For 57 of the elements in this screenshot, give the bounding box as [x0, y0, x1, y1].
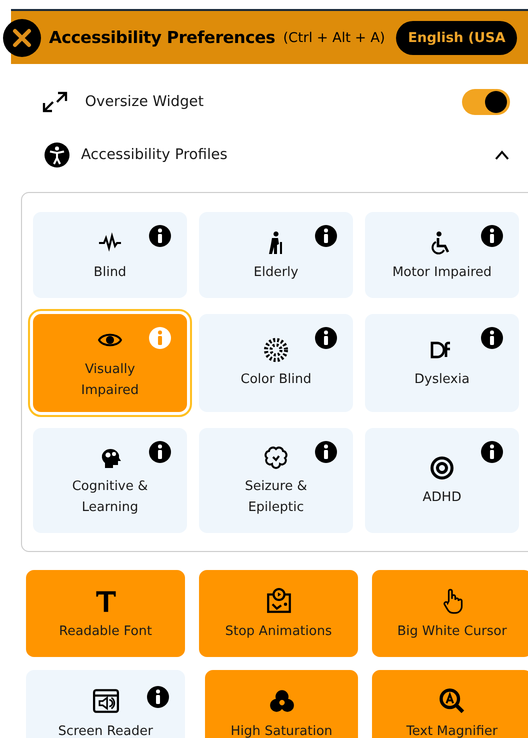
feature-card[interactable]: Big White Cursor: [372, 570, 528, 657]
info-icon[interactable]: [315, 225, 337, 247]
feature-label: Big White Cursor: [397, 624, 507, 639]
magnifier-icon: [439, 688, 465, 714]
info-icon[interactable]: [481, 225, 503, 247]
keyboard-shortcut: (Ctrl + Alt + A): [283, 30, 386, 46]
feature-card[interactable]: Readable Font: [26, 570, 185, 657]
feature-label: Stop Animations: [225, 624, 332, 639]
profile-label: Visually Impaired: [80, 361, 140, 400]
close-icon: [12, 28, 32, 48]
oversize-toggle[interactable]: [462, 89, 510, 115]
close-button[interactable]: [3, 18, 41, 56]
info-icon[interactable]: [149, 440, 171, 463]
expand-arrows-icon: [41, 90, 69, 114]
profile-card[interactable]: Dyslexia: [365, 314, 519, 412]
info-icon[interactable]: [481, 327, 503, 349]
chevron-icon: [494, 150, 510, 160]
profile-card[interactable]: Visually Impaired: [33, 314, 187, 412]
overlapping-circles-icon: [268, 688, 294, 714]
profile-card[interactable]: Motor Impaired: [365, 212, 519, 298]
feature-label: Readable Font: [59, 624, 152, 639]
feature-card[interactable]: High Saturation: [205, 670, 358, 738]
profiles-label: Accessibility Profiles: [81, 147, 228, 163]
profile-label: Blind: [94, 264, 126, 282]
profile-card[interactable]: Blind: [33, 212, 187, 298]
feature-card[interactable]: Text Magnifier: [372, 670, 528, 738]
speaker-window-icon: [92, 688, 118, 714]
panel-title: Accessibility Preferences: [49, 28, 276, 47]
feature-label: Text Magnifier: [406, 724, 498, 738]
profile-card[interactable]: Elderly: [199, 212, 353, 298]
info-icon[interactable]: [315, 440, 337, 463]
info-icon[interactable]: [315, 327, 337, 349]
profile-label: Elderly: [254, 264, 298, 282]
feature-label: Screen Reader: [58, 724, 153, 738]
profile-card[interactable]: ADHD: [365, 428, 519, 533]
profile-card[interactable]: Seizure & Epileptic: [199, 428, 353, 533]
profile-card[interactable]: Color Blind: [199, 314, 353, 412]
profile-label: ADHD: [422, 488, 462, 507]
profile-label: Color Blind: [240, 371, 312, 390]
accessibility-person-icon: [44, 142, 70, 168]
feature-label: High Saturation: [230, 724, 332, 738]
language-button[interactable]: English (USA: [396, 20, 518, 54]
dotted-circle-icon: [264, 338, 288, 362]
profile-card[interactable]: Cognitive & Learning: [33, 428, 187, 533]
info-icon[interactable]: [147, 686, 169, 708]
profile-label: Cognitive & Learning: [71, 478, 149, 518]
info-icon[interactable]: [149, 225, 171, 247]
feature-card[interactable]: Screen Reader: [26, 670, 185, 738]
feature-card[interactable]: Stop Animations: [199, 570, 358, 657]
oversize-label: Oversize Widget: [85, 94, 205, 110]
brain-icon: [264, 445, 288, 470]
target-icon: [430, 456, 454, 480]
profile-label: Seizure & Epileptic: [244, 478, 308, 518]
info-icon[interactable]: [481, 440, 503, 463]
profile-label: Motor Impaired: [392, 264, 492, 282]
image-play-icon: [266, 588, 292, 614]
profile-label: Dyslexia: [414, 371, 470, 390]
